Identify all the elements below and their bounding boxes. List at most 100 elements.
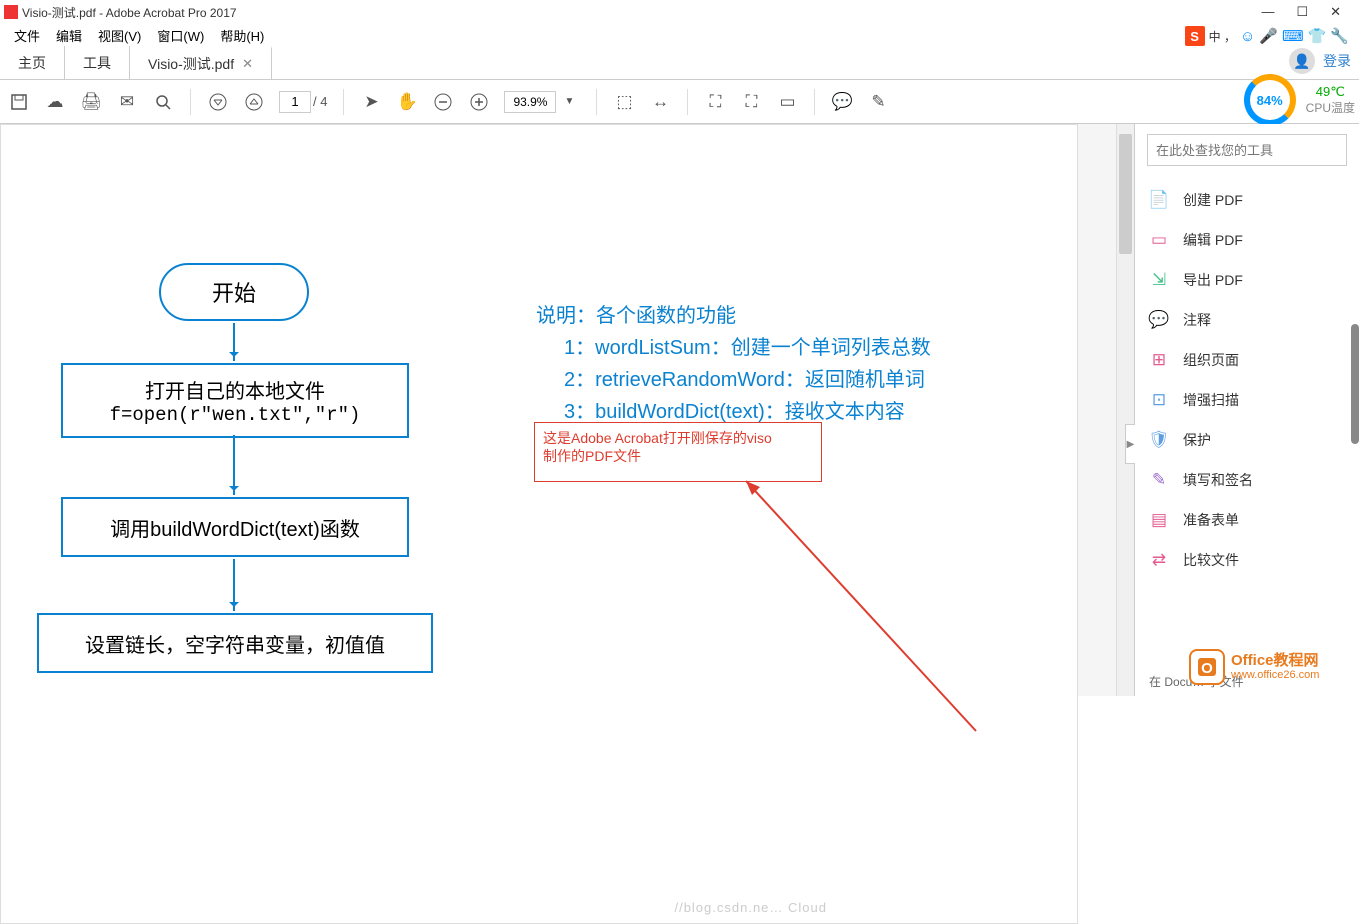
tool-item-7[interactable]: ✎填写和签名 [1135, 460, 1359, 500]
window-title: Visio-测试.pdf - Adobe Acrobat Pro 2017 [22, 4, 1261, 21]
tab-tools[interactable]: 工具 [65, 46, 130, 79]
next-page-icon[interactable] [243, 91, 265, 113]
mic-icon[interactable]: 🎤 [1259, 27, 1278, 45]
tool-item-icon: ▤ [1149, 510, 1169, 530]
cloud-icon[interactable]: ☁ [44, 91, 66, 113]
tool-item-label: 导出 PDF [1183, 270, 1243, 290]
tool-item-label: 编辑 PDF [1183, 230, 1243, 250]
tool-item-label: 注释 [1183, 310, 1211, 330]
tab-bar: 主页 工具 Visio-测试.pdf ✕ 👤 登录 [0, 46, 1359, 80]
tool-item-icon: ⊡ [1149, 390, 1169, 410]
cpu-label: CPU温度 [1306, 101, 1355, 117]
panel-collapse-icon[interactable]: ▶ [1125, 424, 1135, 464]
tools-panel: ▶ 📄创建 PDF▭编辑 PDF⇲导出 PDF💬注释⊞组织页面⊡增强扫描🛡保护✎… [1134, 124, 1359, 696]
keyboard-icon[interactable]: ⌨ [1282, 27, 1304, 45]
app-icon [4, 5, 18, 19]
wrench-icon[interactable]: 🔧 [1330, 27, 1349, 45]
page-input[interactable] [279, 91, 311, 113]
menu-help[interactable]: 帮助(H) [212, 24, 272, 47]
tool-item-1[interactable]: ▭ 编辑 PDF [1135, 220, 1359, 260]
tool-item-0[interactable]: 📄创建 PDF [1135, 180, 1359, 220]
minimize-button[interactable]: — [1261, 4, 1274, 20]
pointer-icon[interactable]: ➤ [360, 91, 382, 113]
smiley-icon[interactable]: ☺ [1240, 28, 1255, 45]
mail-icon[interactable]: ✉ [116, 91, 138, 113]
tool-item-label: 保护 [1183, 430, 1211, 450]
fullscreen-icon[interactable]: ⛶ [740, 91, 762, 113]
zoom-dropdown-icon[interactable]: ▼ [558, 91, 580, 113]
hand-icon[interactable]: ✋ [396, 91, 418, 113]
watermark-logo: O Office教程网 www.office26.com [1189, 638, 1359, 696]
flow-box-2: 调用buildWordDict(text)函数 [61, 497, 409, 557]
page-total: / 4 [313, 94, 327, 109]
sogou-icon[interactable]: S [1185, 26, 1205, 46]
maximize-button[interactable]: ☐ [1296, 4, 1308, 20]
svg-text:O: O [1201, 660, 1213, 677]
tool-search[interactable] [1147, 134, 1347, 166]
zoom-input[interactable] [504, 91, 556, 113]
menubar: 文件 编辑 视图(V) 窗口(W) 帮助(H) [0, 24, 1359, 46]
document-viewport[interactable]: 开始 打开自己的本地文件 f=open(r"wen.txt","r") 调用bu… [0, 124, 1134, 696]
panel-scrollbar-thumb[interactable] [1351, 324, 1359, 444]
tool-item-icon: 💬 [1149, 310, 1169, 330]
annotation-box: 这是Adobe Acrobat打开刚保存的viso 制作的PDF文件 [534, 422, 822, 482]
tab-document[interactable]: Visio-测试.pdf ✕ [130, 46, 272, 79]
shirt-icon[interactable]: 👕 [1308, 27, 1327, 45]
close-button[interactable]: ✕ [1330, 4, 1341, 20]
prev-page-icon[interactable] [207, 91, 229, 113]
cpu-widget[interactable]: 84% 49℃ CPU温度 [1244, 74, 1355, 126]
menu-file[interactable]: 文件 [6, 24, 48, 47]
watermark-icon: O [1189, 649, 1225, 685]
zoom-in-icon[interactable] [468, 91, 490, 113]
menu-edit[interactable]: 编辑 [48, 24, 90, 47]
tool-item-5[interactable]: ⊡ 增强扫描 [1135, 380, 1359, 420]
ime-lang[interactable]: 中 ， [1209, 28, 1236, 45]
tab-document-label: Visio-测试.pdf [148, 54, 234, 74]
tool-item-8[interactable]: ▤ 准备表单 [1135, 500, 1359, 540]
tool-item-4[interactable]: ⊞组织页面 [1135, 340, 1359, 380]
tool-item-9[interactable]: ⇄比较文件 [1135, 540, 1359, 580]
fit-width-icon[interactable]: ↔ [649, 91, 671, 113]
explanation-text: 说明：各个函数的功能 1：wordListSum：创建一个单词列表总数 2：re… [536, 300, 931, 428]
user-avatar-icon[interactable]: 👤 [1289, 48, 1315, 74]
search-icon[interactable] [152, 91, 174, 113]
zoom-out-icon[interactable] [432, 91, 454, 113]
save-icon[interactable] [8, 91, 30, 113]
annotation-arrow [746, 481, 986, 741]
tool-item-label: 比较文件 [1183, 550, 1239, 570]
tool-item-icon: ⇲ [1149, 270, 1169, 290]
login-link[interactable]: 登录 [1323, 51, 1351, 71]
menu-view[interactable]: 视图(V) [90, 24, 149, 47]
read-mode-icon[interactable]: ▭ [776, 91, 798, 113]
print-icon[interactable]: 🖨 [80, 91, 102, 113]
tool-item-label: 准备表单 [1183, 510, 1239, 530]
tool-item-6[interactable]: 🛡保护 [1135, 420, 1359, 460]
fit-visible-icon[interactable]: ⛶ [704, 91, 726, 113]
tool-item-icon: ⊞ [1149, 350, 1169, 370]
flow-arrow [233, 323, 235, 361]
tool-item-2[interactable]: ⇲ 导出 PDF [1135, 260, 1359, 300]
toolbar: ☁ 🖨 ✉ / 4 ➤ ✋ ▼ ⬚ ↔ ⛶ ⛶ ▭ 💬 ✎ 84% 49℃ CP… [0, 80, 1359, 124]
flow-box-1: 打开自己的本地文件 f=open(r"wen.txt","r") [61, 363, 409, 438]
scrollbar-vertical[interactable] [1116, 124, 1134, 696]
tool-search-input[interactable] [1148, 143, 1346, 158]
tool-item-label: 填写和签名 [1183, 470, 1253, 490]
ime-toolbar: S 中 ， ☺ 🎤 ⌨ 👕 🔧 [1185, 24, 1349, 48]
fit-page-icon[interactable]: ⬚ [613, 91, 635, 113]
pdf-page: 开始 打开自己的本地文件 f=open(r"wen.txt","r") 调用bu… [0, 124, 1078, 924]
flow-box-3: 设置链长，空字符串变量，初值值 [37, 613, 433, 673]
menu-window[interactable]: 窗口(W) [149, 24, 212, 47]
sign-icon[interactable]: ✎ [867, 91, 889, 113]
panel-scrollbar[interactable] [1351, 174, 1359, 666]
tab-close-icon[interactable]: ✕ [242, 56, 253, 72]
faint-watermark: //blog.csdn.ne… Cloud [674, 900, 827, 915]
tab-home[interactable]: 主页 [0, 46, 65, 79]
tool-item-icon: ▭ [1149, 230, 1169, 250]
cpu-percent: 84% [1244, 74, 1296, 126]
flow-arrow [233, 435, 235, 495]
comment-icon[interactable]: 💬 [831, 91, 853, 113]
scrollbar-thumb[interactable] [1119, 134, 1132, 254]
tool-item-3[interactable]: 💬 注释 [1135, 300, 1359, 340]
tool-item-icon: 📄 [1149, 190, 1169, 210]
tool-item-label: 增强扫描 [1183, 390, 1239, 410]
